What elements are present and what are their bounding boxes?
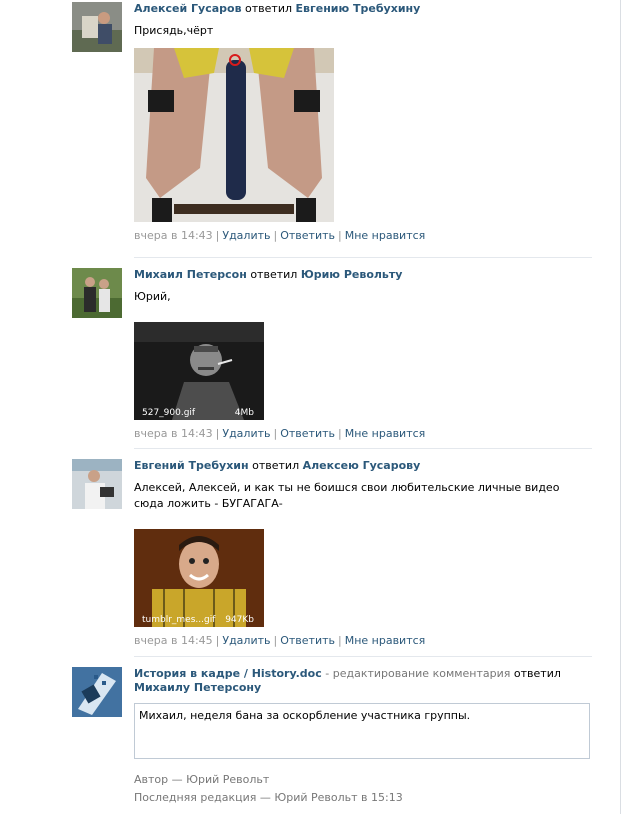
attached-photo[interactable] [134,48,334,222]
avatar-photo-icon [72,2,122,52]
comment-text: Присядь,чёрт [134,24,214,37]
comment-time: вчера в 14:43 [134,427,213,440]
reply-link[interactable]: Ответить [280,427,335,440]
comment-divider [134,448,592,449]
gif-filesize: 947Kb [225,615,254,625]
like-link[interactable]: Мне нравится [345,634,426,647]
author-line: Автор — Юрий Револьт [134,773,270,786]
edit-note: - редактирование комментария [325,667,511,680]
comment-actions: вчера в 14:43 | Удалить | Ответить | Мне нрави… [134,427,426,440]
comment-text: Алексей, Алексей, и как ты не боишся сво… [134,481,560,510]
author-link[interactable]: Михаил Петерсон [134,268,247,281]
comment-time: вчера в 14:45 [134,634,213,647]
reply-target-link[interactable]: Евгению Требухину [296,2,421,15]
delete-link[interactable]: Удалить [222,427,270,440]
gif-filename: tumblr_mes...gif [142,615,216,625]
author-link[interactable]: История в кадре / History.doc [134,667,322,680]
reply-verb: ответил [513,667,561,680]
comment-header: История в кадре / History.doc - редактир… [134,667,592,695]
attached-gif[interactable]: tumblr_mes...gif 947Kb [134,529,264,627]
avatar[interactable] [72,667,122,717]
author-link[interactable]: Алексей Гусаров [134,2,242,15]
reply-link[interactable]: Ответить [280,634,335,647]
like-link[interactable]: Мне нравится [345,427,426,440]
delete-link[interactable]: Удалить [222,634,270,647]
avatar[interactable] [72,2,122,52]
gif-image-icon [134,529,264,627]
comment-header: Михаил Петерсон ответил Юрию Револьту [134,268,592,282]
reply-verb: ответил [245,2,293,15]
avatar-photo-icon [72,459,122,509]
delete-link[interactable]: Удалить [222,229,270,242]
avatar-photo-icon [72,268,122,318]
comment-header: Евгений Требухин ответил Алексею Гусаров… [134,459,592,473]
author-link[interactable]: Евгений Требухин [134,459,249,472]
comment-actions: вчера в 14:45 | Удалить | Ответить | Мне нрави… [134,634,426,647]
comment-header: Алексей Гусаров ответил Евгению Требухин… [134,2,592,16]
like-link[interactable]: Мне нравится [345,229,426,242]
film-logo-icon [72,667,122,717]
comment-text: Юрий, [134,290,171,303]
edit-comment-textarea[interactable] [134,703,590,759]
comment-divider [134,656,592,657]
last-edit-line: Последняя редакция — Юрий Револьт в 15:1… [134,791,403,804]
reply-verb: ответил [250,268,298,281]
avatar[interactable] [72,268,122,318]
reply-target-link[interactable]: Михаилу Петерсону [134,681,261,694]
reply-target-link[interactable]: Алексею Гусарову [303,459,421,472]
comment-time: вчера в 14:43 [134,229,213,242]
photo-image-icon [134,48,334,222]
reply-verb: ответил [252,459,300,472]
avatar[interactable] [72,459,122,509]
reply-link[interactable]: Ответить [280,229,335,242]
gif-filesize: 4Mb [234,408,254,418]
reply-target-link[interactable]: Юрию Револьту [301,268,403,281]
comment-actions: вчера в 14:43 | Удалить | Ответить | Мне нрави… [134,229,426,242]
comment-divider [134,257,592,258]
gif-filename: 527_900.gif [142,408,196,418]
page-right-border [620,0,621,814]
attached-gif[interactable]: 527_900.gif 4Mb [134,322,264,420]
gif-image-icon [134,322,264,420]
